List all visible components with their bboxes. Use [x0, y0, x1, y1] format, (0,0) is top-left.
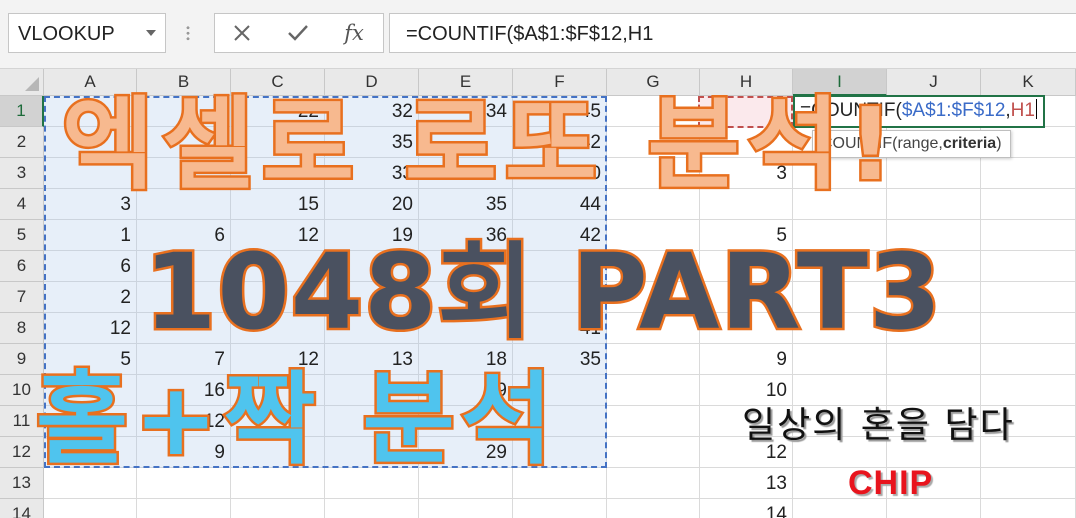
chevron-down-icon[interactable]	[146, 30, 156, 36]
formula-range-ref: $A$1:$F$12	[901, 100, 1006, 121]
brand-logo-text: CHIP	[848, 464, 934, 502]
cell-a5[interactable]: 1	[44, 220, 137, 251]
cell-a7[interactable]: 2	[44, 282, 137, 313]
grid-column-line	[980, 96, 981, 518]
cell-h14[interactable]: 14	[700, 499, 793, 518]
name-box[interactable]: VLOOKUP	[8, 13, 166, 53]
text-caret	[1035, 99, 1037, 119]
row-header-14[interactable]: 14	[0, 499, 44, 518]
row-header-2[interactable]: 2	[0, 127, 44, 158]
row-header-3[interactable]: 3	[0, 158, 44, 189]
formula-cell-ref: H1	[1010, 100, 1035, 121]
row-header-5[interactable]: 5	[0, 220, 44, 251]
select-all-corner[interactable]	[0, 69, 44, 96]
row-header-1[interactable]: 1	[0, 96, 44, 127]
overlay-episode: 1048회 PART3	[141, 231, 943, 353]
overlay-title: 엑셀로 로또 분석!	[59, 86, 902, 203]
formula-bar[interactable]: =COUNTIF($A$1:$F$12,H1	[389, 13, 1076, 53]
column-header-k[interactable]: K	[981, 69, 1076, 96]
insert-function-button[interactable]: fx	[329, 14, 379, 52]
column-header-j[interactable]: J	[887, 69, 981, 96]
cell-a6[interactable]: 6	[44, 251, 137, 282]
row-header-6[interactable]: 6	[0, 251, 44, 282]
row-header-4[interactable]: 4	[0, 189, 44, 220]
tooltip-close: )	[996, 135, 1002, 152]
row-header-7[interactable]: 7	[0, 282, 44, 313]
cell-a8[interactable]: 12	[44, 313, 137, 344]
row-header-8[interactable]: 8	[0, 313, 44, 344]
cell-h13[interactable]: 13	[700, 468, 793, 499]
tooltip-arg-range[interactable]: range	[897, 135, 938, 153]
overlay-subtitle: 홀+짝 분석	[34, 361, 559, 478]
close-icon[interactable]	[217, 14, 267, 52]
select-all-triangle-icon	[25, 77, 39, 91]
tooltip-arg-criteria[interactable]: criteria	[943, 135, 996, 153]
name-box-value: VLOOKUP	[18, 23, 115, 45]
drag-handle-icon[interactable]	[186, 25, 190, 41]
formula-toolbar: VLOOKUP fx =COUNTIF($A$1:$F$12,H1	[0, 0, 1076, 69]
checkmark-icon[interactable]	[273, 14, 323, 52]
formula-text: =COUNTIF($A$1:$F$12,H1	[406, 23, 654, 45]
overlay-tagline: 일상의 혼을 담다	[742, 405, 1015, 446]
cell-h10[interactable]: 10	[700, 375, 793, 406]
formula-buttons: fx	[214, 13, 384, 53]
